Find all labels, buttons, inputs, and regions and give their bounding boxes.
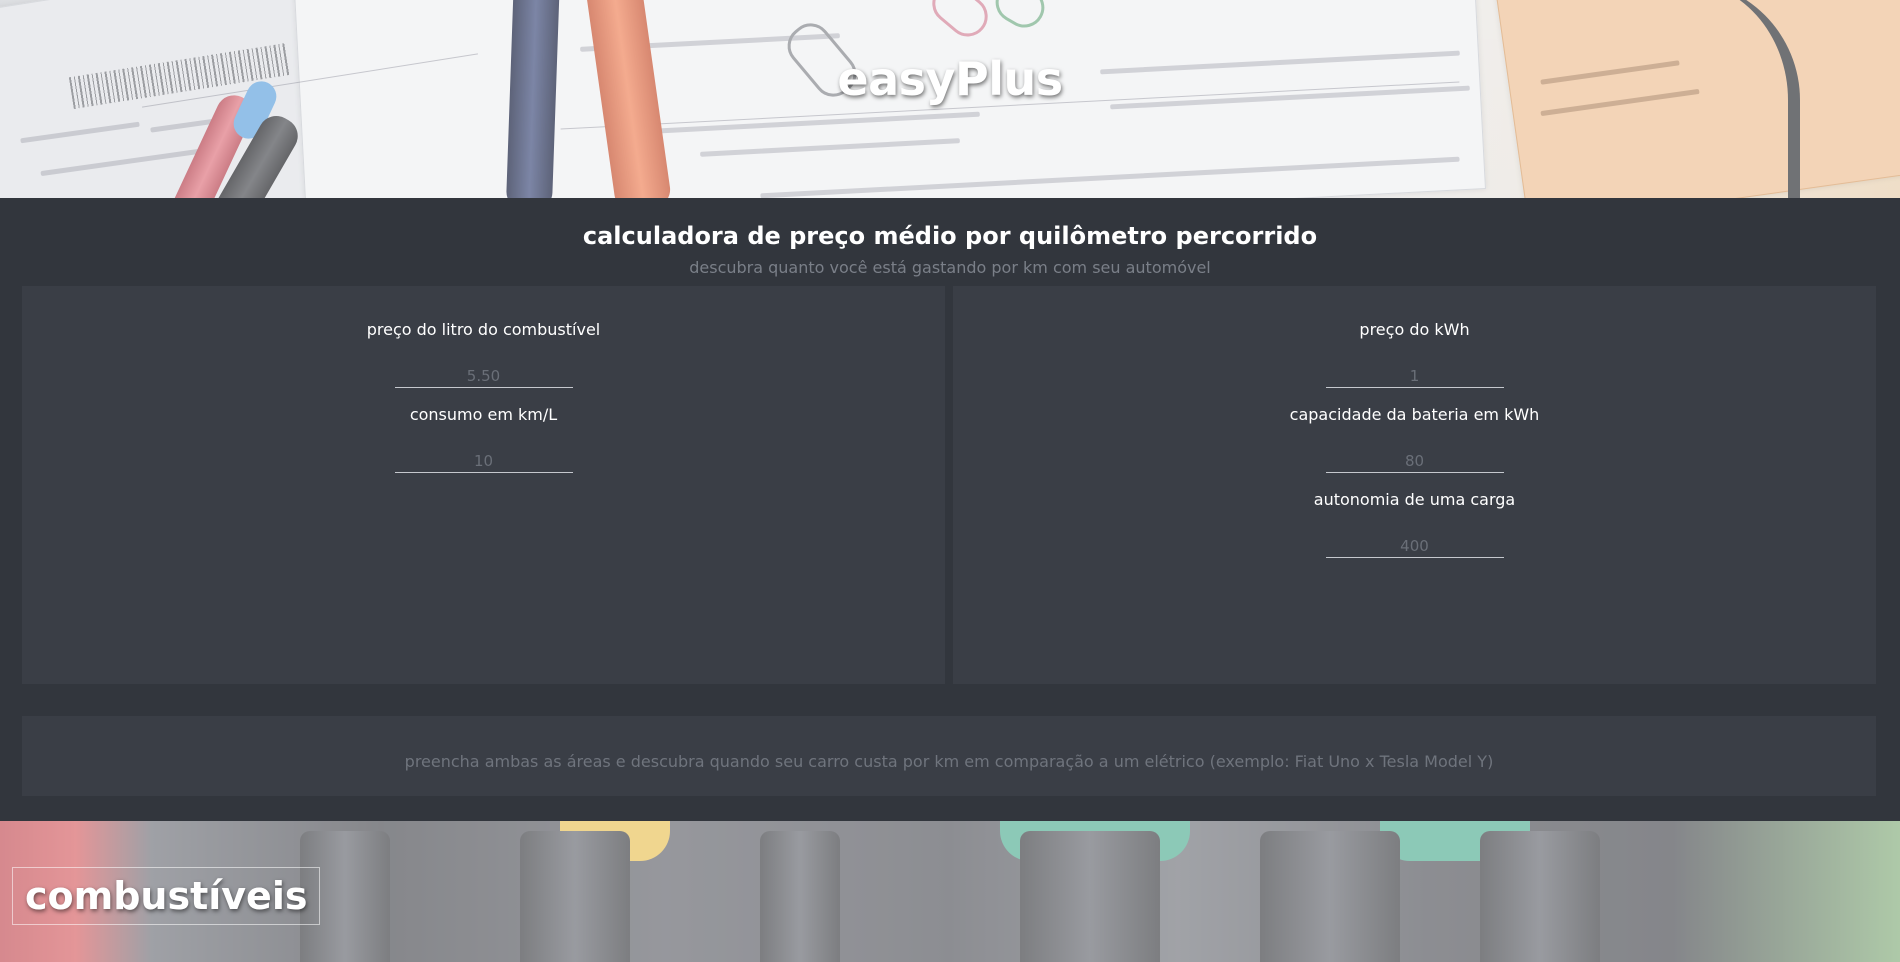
fuel-price-field: preço do litro do combustível: [22, 286, 945, 388]
result-message: preencha ambas as áreas e descubra quand…: [404, 751, 1494, 771]
brand-title: easyPlus: [837, 52, 1063, 106]
fuel-section-banner: combustíveis: [0, 821, 1900, 962]
fuel-price-input[interactable]: [394, 364, 573, 388]
battery-capacity-field: capacidade da bateria em kWh: [953, 388, 1876, 473]
fuel-consumption-field: consumo em km/L: [22, 388, 945, 473]
kwh-price-field: preço do kWh: [953, 286, 1876, 388]
kwh-price-label: preço do kWh: [1359, 320, 1470, 339]
result-panel: preencha ambas as áreas e descubra quand…: [22, 716, 1876, 796]
calculator-subtitle: descubra quanto você está gastando por k…: [689, 258, 1211, 277]
hero-banner: easyPlus: [0, 0, 1900, 198]
charge-range-field: autonomia de uma carga: [953, 473, 1876, 558]
charge-range-input[interactable]: [1325, 534, 1504, 558]
kwh-price-input[interactable]: [1325, 364, 1504, 388]
calculator-title: calculadora de preço médio por quilômetr…: [582, 222, 1318, 250]
fuel-consumption-input[interactable]: [394, 449, 573, 473]
calculator-section: calculadora de preço médio por quilômetr…: [0, 198, 1900, 821]
electric-car-panel: preço do kWh capacidade da bateria em kW…: [953, 286, 1876, 684]
charge-range-label: autonomia de uma carga: [1313, 490, 1516, 509]
battery-capacity-input[interactable]: [1325, 449, 1504, 473]
battery-capacity-label: capacidade da bateria em kWh: [1289, 405, 1540, 424]
fuel-price-label: preço do litro do combustível: [366, 320, 601, 339]
fuel-consumption-label: consumo em km/L: [409, 405, 558, 424]
fuel-section-title: combustíveis: [12, 867, 321, 925]
fuel-car-panel: preço do litro do combustível consumo em…: [22, 286, 945, 684]
